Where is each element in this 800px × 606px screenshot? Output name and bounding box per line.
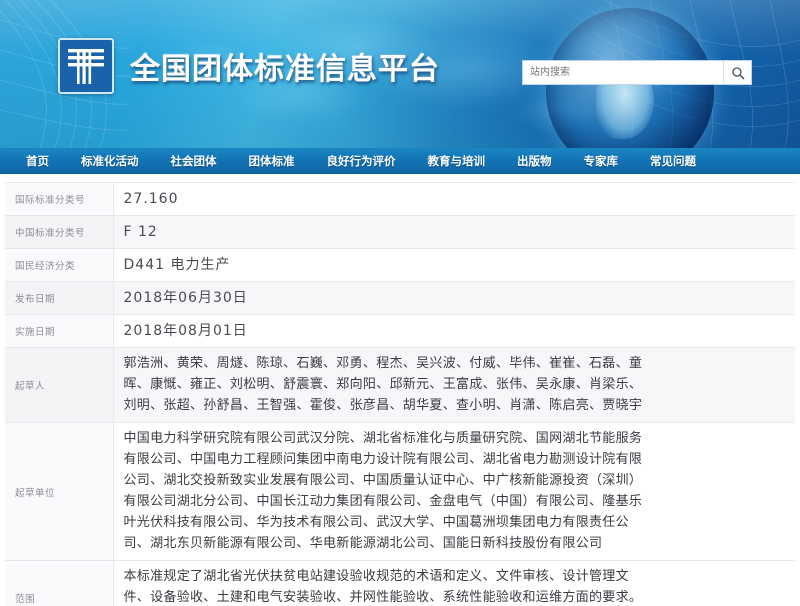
table-row: 发布日期 2018年06月30日 bbox=[5, 281, 795, 315]
nav-item-group-standards[interactable]: 团体标准 bbox=[233, 148, 311, 174]
row-value-economy-class: D441 电力生产 bbox=[113, 248, 795, 282]
drafting-units-line: 公司、湖北交投新致实业发展有限公司、中国质量认证中心、中广核新能源投资（深圳） bbox=[123, 473, 643, 488]
nav-item-home[interactable]: 首页 bbox=[10, 148, 65, 174]
row-value-effective-date: 2018年08月01日 bbox=[113, 314, 795, 348]
table-row: 起草单位 中国电力科学研究院有限公司武汉分院、湖北省标准化与质量研究院、国网湖北… bbox=[5, 422, 795, 561]
nav-item-activities[interactable]: 标准化活动 bbox=[65, 148, 155, 174]
nav-item-good-practice[interactable]: 良好行为评价 bbox=[311, 148, 412, 174]
brand-block[interactable]: 全国团体标准信息平台 bbox=[58, 38, 440, 94]
standard-detail-table: 国际标准分类号 27.160 中国标准分类号 F 12 国民经济分类 D441 … bbox=[5, 182, 795, 606]
table-row: 实施日期 2018年08月01日 bbox=[5, 314, 795, 348]
row-value-ccs-code: F 12 bbox=[113, 215, 795, 249]
row-label-publish-date: 发布日期 bbox=[5, 281, 114, 315]
main-navigation: 首页 标准化活动 社会团体 团体标准 良好行为评价 教育与培训 出版物 专家库 … bbox=[0, 148, 800, 174]
standard-platform-logo-icon bbox=[58, 38, 114, 94]
drafters-line: 郭浩洲、黄荣、周燧、陈琼、石巍、邓勇、程杰、吴兴波、付威、毕伟、崔崔、石磊、童 bbox=[123, 356, 643, 371]
drafters-line: 晖、康慨、雍正、刘松明、舒震寰、郑向阳、邱新元、王富成、张伟、吴永康、肖梁乐、 bbox=[123, 377, 643, 392]
row-label-ccs-code: 中国标准分类号 bbox=[5, 215, 114, 249]
row-label-scope: 范围 bbox=[5, 560, 114, 606]
site-title: 全国团体标准信息平台 bbox=[130, 52, 440, 87]
row-label-ics-code: 国际标准分类号 bbox=[5, 182, 114, 216]
drafting-units-line: 司、湖北东贝新能源有限公司、华电新能源湖北公司、国能日新科技股份有限公司 bbox=[123, 536, 603, 551]
drafting-units-line: 叶光伏科技有限公司、华为技术有限公司、武汉大学、中国葛洲坝集团电力有限责任公 bbox=[123, 515, 629, 530]
search-button[interactable] bbox=[723, 61, 751, 84]
row-label-drafting-units: 起草单位 bbox=[5, 422, 114, 561]
table-row: 起草人 郭浩洲、黄荣、周燧、陈琼、石巍、邓勇、程杰、吴兴波、付威、毕伟、崔崔、石… bbox=[5, 347, 795, 423]
row-value-drafters: 郭浩洲、黄荣、周燧、陈琼、石巍、邓勇、程杰、吴兴波、付威、毕伟、崔崔、石磊、童 … bbox=[113, 347, 795, 423]
table-row: 范围 本标准规定了湖北省光伏扶贫电站建设验收规范的术语和定义、文件审核、设计管理… bbox=[5, 560, 795, 606]
row-value-ics-code: 27.160 bbox=[113, 182, 795, 216]
drafting-units-line: 中国电力科学研究院有限公司武汉分院、湖北省标准化与质量研究院、国网湖北节能服务 bbox=[123, 431, 643, 446]
nav-item-associations[interactable]: 社会团体 bbox=[155, 148, 233, 174]
nav-item-expert-db[interactable]: 专家库 bbox=[568, 148, 635, 174]
search-icon bbox=[731, 66, 744, 79]
standard-detail-content: 国际标准分类号 27.160 中国标准分类号 F 12 国民经济分类 D441 … bbox=[0, 174, 800, 606]
nav-item-education[interactable]: 教育与培训 bbox=[412, 148, 502, 174]
table-row: 中国标准分类号 F 12 bbox=[5, 215, 795, 249]
row-value-scope: 本标准规定了湖北省光伏扶贫电站建设验收规范的术语和定义、文件审核、设计管理文 件… bbox=[113, 560, 795, 606]
drafting-units-line: 有限公司湖北分公司、中国长江动力集团有限公司、金盘电气（中国）有限公司、隆基乐 bbox=[123, 494, 643, 509]
table-row: 国际标准分类号 27.160 bbox=[5, 182, 795, 216]
drafters-line: 刘明、张超、孙舒昌、王智强、霍俊、张彦昌、胡华夏、查小明、肖潇、陈启亮、贾晓宇 bbox=[123, 398, 643, 413]
nav-item-publications[interactable]: 出版物 bbox=[501, 148, 568, 174]
row-label-effective-date: 实施日期 bbox=[5, 314, 114, 348]
drafting-units-line: 有限公司、中国电力工程顾问集团中南电力设计院有限公司、湖北省电力勘测设计院有限 bbox=[123, 452, 643, 467]
search-input[interactable] bbox=[523, 61, 723, 84]
nav-item-faq[interactable]: 常见问题 bbox=[634, 148, 712, 174]
scope-line: 本标准规定了湖北省光伏扶贫电站建设验收规范的术语和定义、文件审核、设计管理文 bbox=[123, 569, 629, 584]
row-value-drafting-units: 中国电力科学研究院有限公司武汉分院、湖北省标准化与质量研究院、国网湖北节能服务 … bbox=[113, 422, 795, 561]
scope-line: 件、设备验收、土建和电气安装验收、并网性能验收、系统性能验收和运维方面的要求。 bbox=[123, 590, 643, 605]
table-row: 国民经济分类 D441 电力生产 bbox=[5, 248, 795, 282]
row-value-publish-date: 2018年06月30日 bbox=[113, 281, 795, 315]
row-label-economy-class: 国民经济分类 bbox=[5, 248, 114, 282]
site-search[interactable] bbox=[522, 60, 752, 85]
site-banner: 全国团体标准信息平台 bbox=[0, 0, 800, 148]
row-label-drafters: 起草人 bbox=[5, 347, 114, 423]
